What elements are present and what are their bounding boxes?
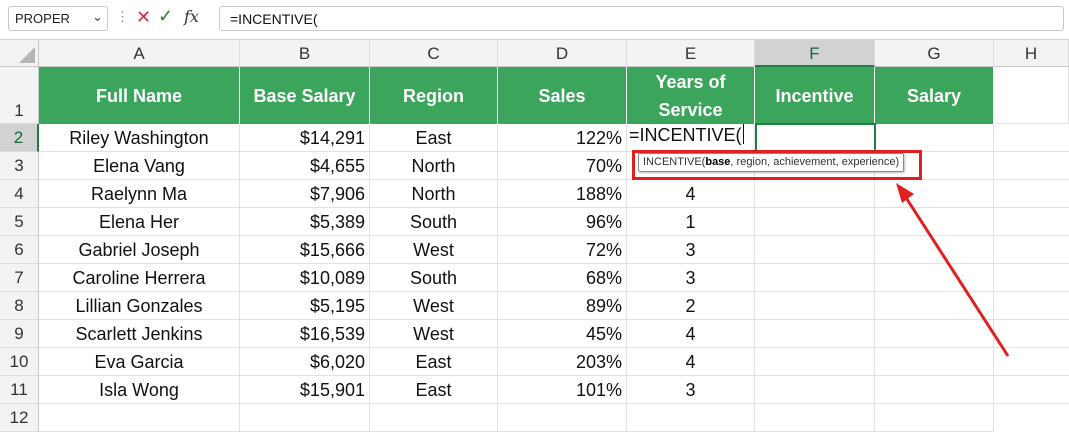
arrow-line [901, 192, 1010, 357]
annotation-arrow [896, 183, 1010, 357]
arrow-head [896, 183, 914, 203]
